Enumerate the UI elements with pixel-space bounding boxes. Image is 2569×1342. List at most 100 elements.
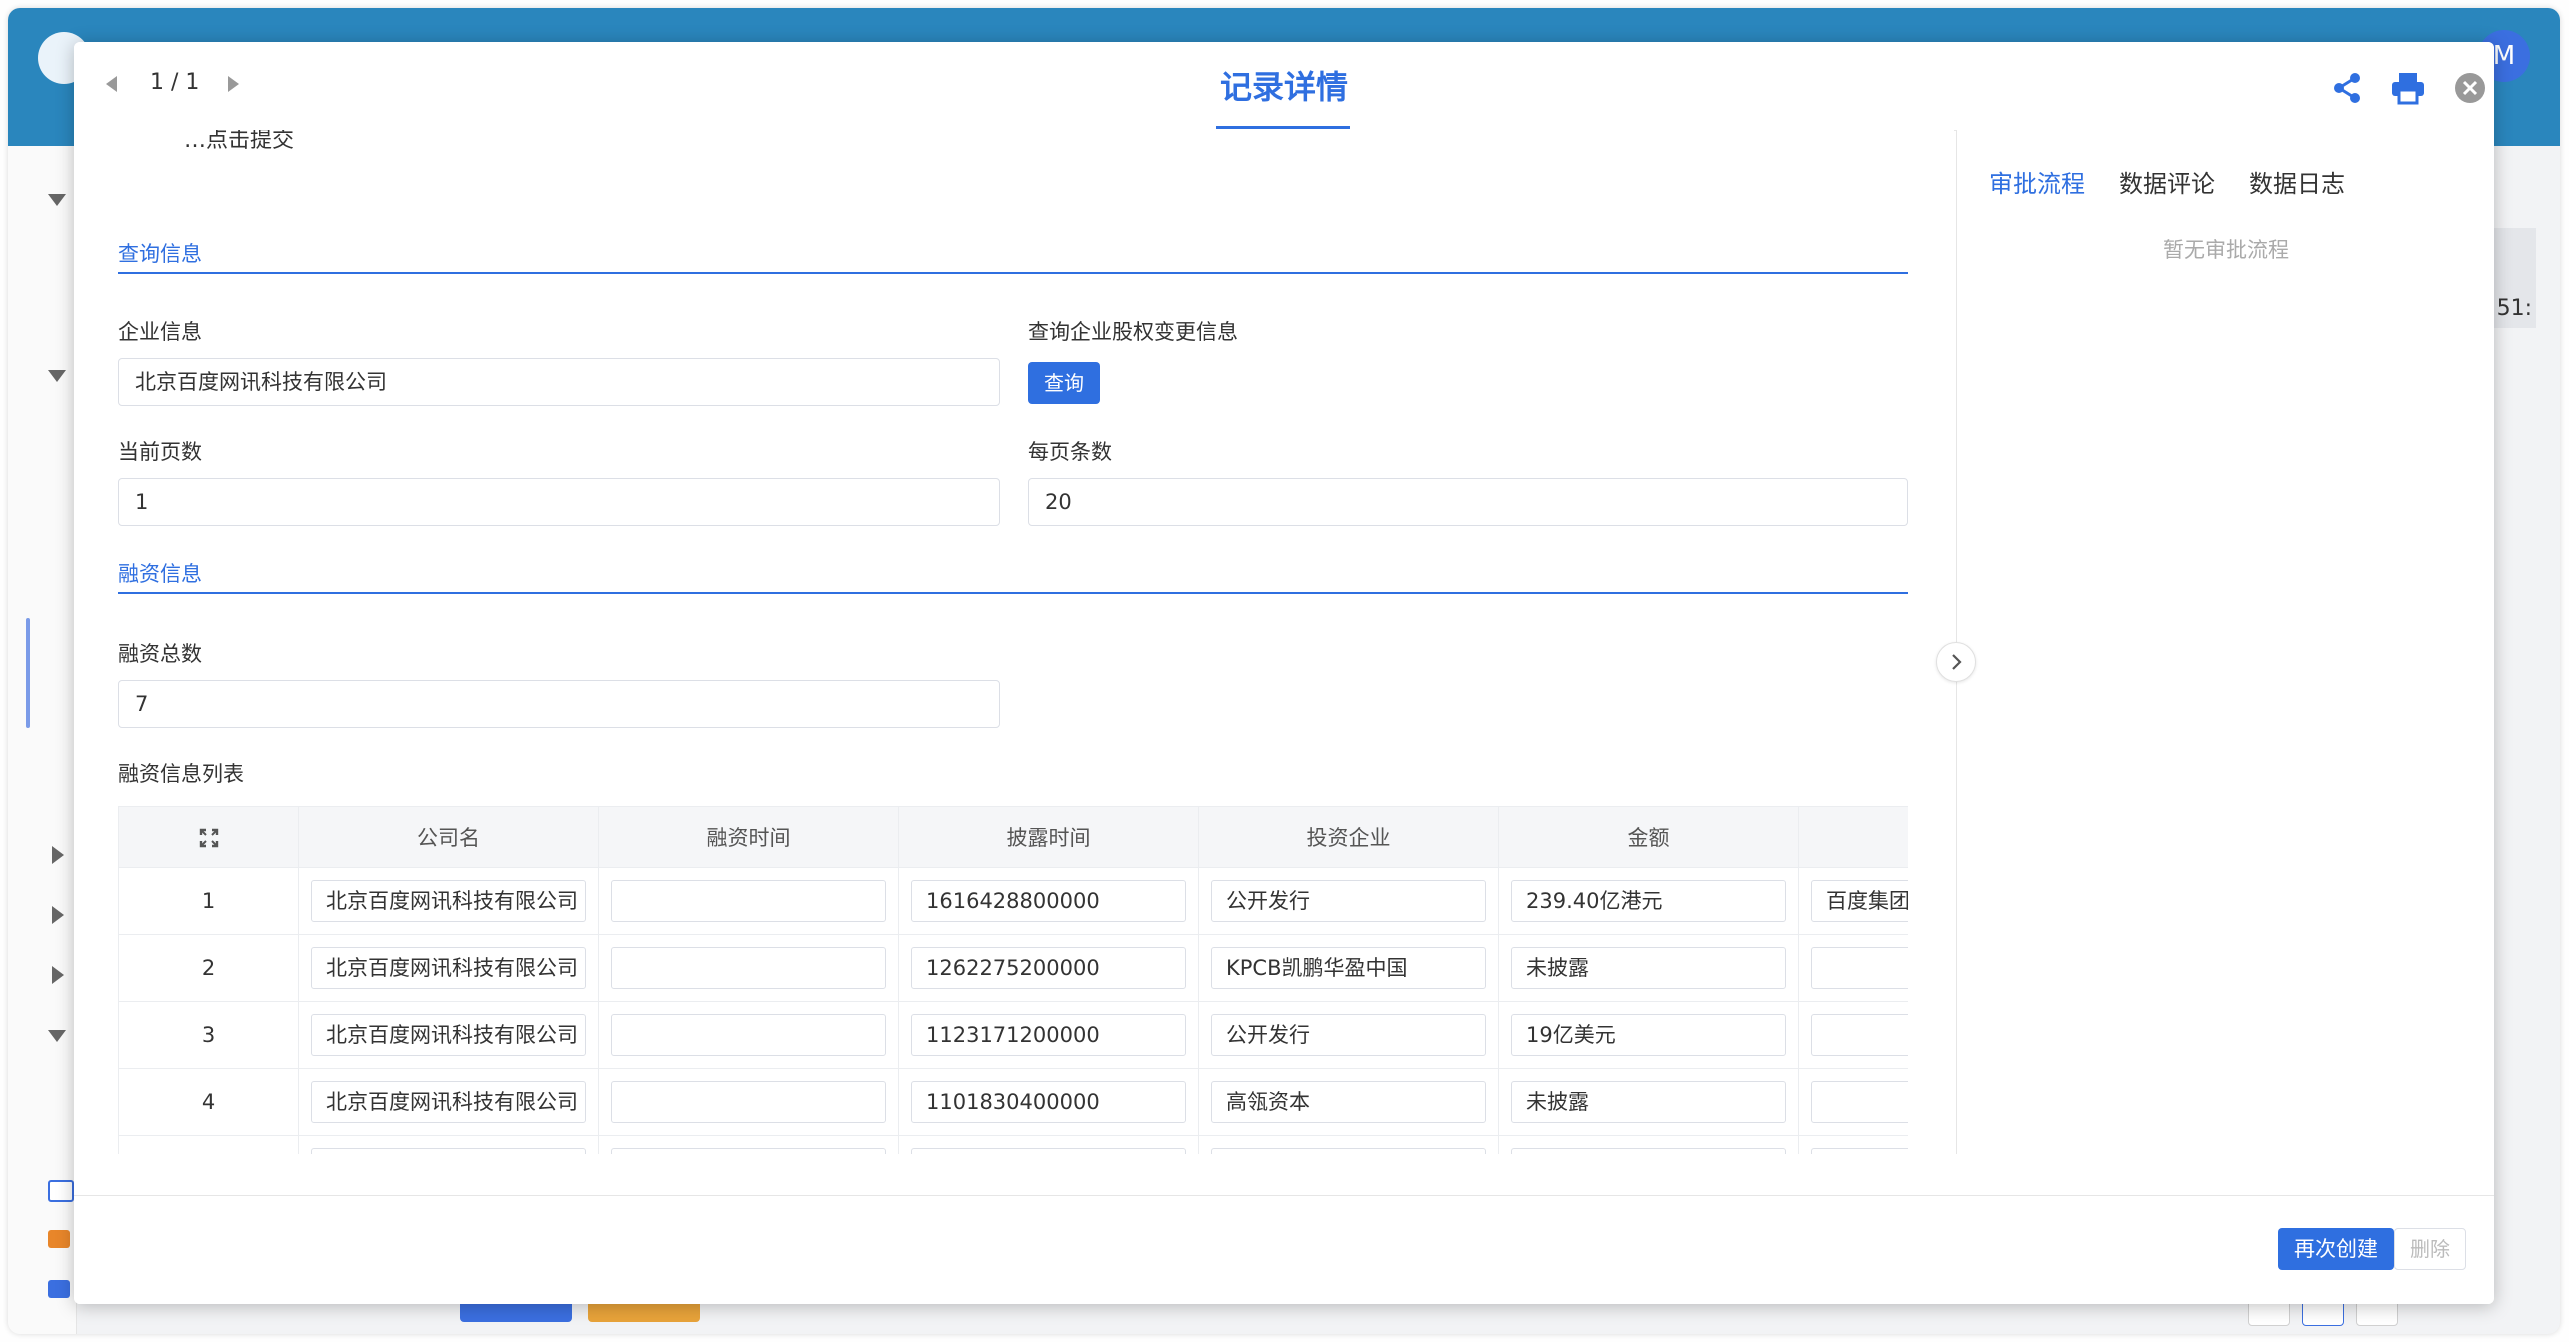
side-panel: 审批流程 数据评论 数据日志 暂无审批流程 [1956, 130, 2494, 1154]
table-header-row: 公司名 融资时间 披露时间 投资企业 金额 [118, 806, 1908, 868]
table-row: 5 北京百度网讯科技有限公司 1086019200000 Google，IDG资本 1亿… [118, 1135, 1908, 1154]
company-input[interactable]: 北京百度网讯科技有限公司 [118, 358, 1000, 406]
section-divider [118, 272, 1908, 274]
table-cell [1798, 1001, 1908, 1069]
row-index: 5 [118, 1135, 299, 1154]
extra-cell-input[interactable] [1811, 1148, 1908, 1154]
chevron-right-icon [1952, 654, 1962, 670]
share-icon[interactable] [2330, 70, 2366, 106]
table-cell: 未披露 [1498, 1068, 1799, 1136]
table-icon[interactable] [48, 1230, 70, 1248]
scroll-indicator [26, 618, 30, 728]
caret-down-icon[interactable] [48, 1030, 66, 1042]
financing-time-cell-input[interactable] [611, 880, 886, 922]
current-page-input[interactable]: 1 [118, 478, 1000, 526]
tab-data-log[interactable]: 数据日志 [2249, 164, 2345, 199]
financing-time-cell-input[interactable] [611, 1014, 886, 1056]
query-button[interactable]: 查询 [1028, 362, 1100, 404]
current-page-label: 当前页数 [118, 440, 202, 464]
company-cell-input[interactable]: 北京百度网讯科技有限公司 [311, 1014, 586, 1056]
investor-cell-input[interactable]: KPCB凯鹏华盈中国 [1211, 947, 1486, 989]
investor-cell-input[interactable]: Google，IDG资本 [1211, 1148, 1486, 1154]
tab-approval-flow[interactable]: 审批流程 [1989, 164, 2085, 199]
extra-cell-input[interactable]: 百度集团 [1811, 880, 1908, 922]
caret-down-icon[interactable] [48, 194, 66, 206]
column-header: 公司名 [298, 806, 599, 868]
expand-icon[interactable] [199, 828, 219, 848]
amount-cell-input[interactable]: 1亿美元 [1511, 1148, 1786, 1154]
record-detail-modal: 1 / 1 记录详情 …点击提交 查询信息 企业信息 北京百度网讯科技有限公司 … [74, 42, 2494, 1304]
tab-data-comments[interactable]: 数据评论 [2119, 164, 2215, 199]
table-cell [598, 1068, 899, 1136]
collapse-panel-button[interactable] [1936, 642, 1976, 682]
amount-cell-input[interactable]: 未披露 [1511, 1081, 1786, 1123]
company-label: 企业信息 [118, 320, 202, 344]
per-page-input[interactable]: 20 [1028, 478, 1908, 526]
extra-cell-input[interactable] [1811, 1081, 1908, 1123]
company-cell-input[interactable]: 北京百度网讯科技有限公司 [311, 947, 586, 989]
table-cell: 北京百度网讯科技有限公司 [298, 1135, 599, 1154]
print-icon[interactable] [2390, 70, 2426, 106]
column-header: 投资企业 [1198, 806, 1499, 868]
app-sidebar [8, 146, 77, 1334]
form-icon[interactable] [48, 1180, 74, 1202]
financing-table[interactable]: 公司名 融资时间 披露时间 投资企业 金额 1 北京百度网讯科技有限公司 16164… [118, 806, 1908, 1154]
folder-icon[interactable] [48, 1280, 70, 1298]
investor-cell-input[interactable]: 高瓴资本 [1211, 1081, 1486, 1123]
caret-right-icon[interactable] [52, 846, 64, 864]
company-cell-input[interactable]: 北京百度网讯科技有限公司 [311, 880, 586, 922]
investor-cell-input[interactable]: 公开发行 [1211, 1014, 1486, 1056]
table-cell: 1616428800000 [898, 867, 1199, 935]
company-cell-input[interactable]: 北京百度网讯科技有限公司 [311, 1081, 586, 1123]
amount-cell-input[interactable]: 未披露 [1511, 947, 1786, 989]
row-index: 4 [118, 1068, 299, 1136]
table-cell: 1亿美元 [1498, 1135, 1799, 1154]
table-cell: 北京百度网讯科技有限公司 [298, 1068, 599, 1136]
financing-total-input[interactable]: 7 [118, 680, 1000, 728]
section-title-query: 查询信息 [118, 242, 202, 266]
amount-cell-input[interactable]: 239.40亿港元 [1511, 880, 1786, 922]
table-cell: 未披露 [1498, 934, 1799, 1002]
caret-down-icon[interactable] [48, 370, 66, 382]
modal-title: 记录详情 [1219, 68, 1348, 106]
table-cell: 1262275200000 [898, 934, 1199, 1002]
prev-record-icon[interactable] [106, 76, 117, 92]
section-divider [118, 592, 1908, 594]
financing-time-cell-input[interactable] [611, 1148, 886, 1154]
table-row: 3 北京百度网讯科技有限公司 1123171200000 公开发行 19亿美元 [118, 1001, 1908, 1069]
disclosure-time-cell-input[interactable]: 1123171200000 [911, 1014, 1186, 1056]
modal-header: 1 / 1 记录详情 [74, 42, 2494, 131]
financing-list-label: 融资信息列表 [118, 762, 244, 786]
next-record-icon[interactable] [228, 76, 239, 92]
table-cell [1798, 1135, 1908, 1154]
caret-right-icon[interactable] [52, 966, 64, 984]
delete-button[interactable]: 删除 [2394, 1228, 2466, 1270]
investor-cell-input[interactable]: 公开发行 [1211, 880, 1486, 922]
close-icon[interactable] [2452, 70, 2488, 106]
company-cell-input[interactable]: 北京百度网讯科技有限公司 [311, 1148, 586, 1154]
financing-total-label: 融资总数 [118, 642, 202, 666]
disclosure-time-cell-input[interactable]: 1616428800000 [911, 880, 1186, 922]
column-header [1798, 806, 1908, 868]
recreate-button[interactable]: 再次创建 [2278, 1228, 2394, 1270]
disclosure-time-cell-input[interactable]: 1101830400000 [911, 1081, 1186, 1123]
row-index: 3 [118, 1001, 299, 1069]
table-cell: 1086019200000 [898, 1135, 1199, 1154]
table-cell: 239.40亿港元 [1498, 867, 1799, 935]
extra-cell-input[interactable] [1811, 947, 1908, 989]
amount-cell-input[interactable]: 19亿美元 [1511, 1014, 1786, 1056]
expand-table-header[interactable] [118, 806, 299, 868]
table-cell: 北京百度网讯科技有限公司 [298, 1001, 599, 1069]
disclosure-time-cell-input[interactable]: 1086019200000 [911, 1148, 1186, 1154]
background-partial-text: 51: [2496, 296, 2532, 321]
financing-time-cell-input[interactable] [611, 947, 886, 989]
financing-time-cell-input[interactable] [611, 1081, 886, 1123]
disclosure-time-cell-input[interactable]: 1262275200000 [911, 947, 1186, 989]
table-row: 4 北京百度网讯科技有限公司 1101830400000 高瓴资本 未披露 [118, 1068, 1908, 1136]
caret-right-icon[interactable] [52, 906, 64, 924]
extra-cell-input[interactable] [1811, 1014, 1908, 1056]
table-cell: 19亿美元 [1498, 1001, 1799, 1069]
record-form[interactable]: …点击提交 查询信息 企业信息 北京百度网讯科技有限公司 查询企业股权变更信息 … [74, 130, 1954, 1154]
table-cell: 公开发行 [1198, 1001, 1499, 1069]
column-header: 金额 [1498, 806, 1799, 868]
